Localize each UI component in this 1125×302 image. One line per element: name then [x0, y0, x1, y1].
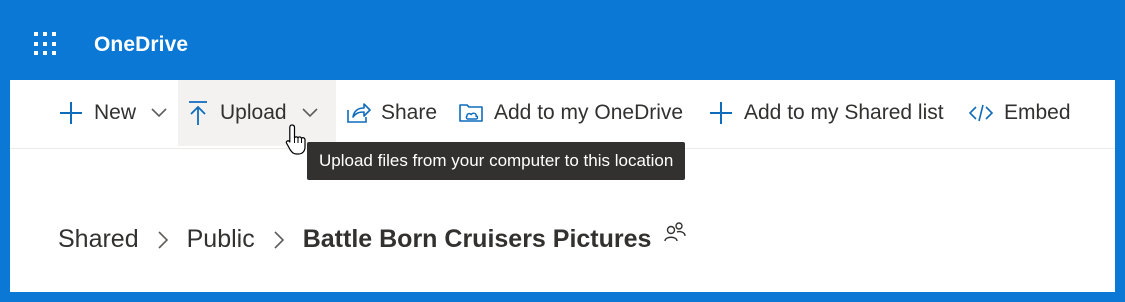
upload-button[interactable]: Upload: [178, 80, 336, 146]
main-panel: New Upload Share Add to my OneDrive Add …: [10, 80, 1115, 292]
chevron-right-icon: [157, 230, 169, 250]
breadcrumb-item-shared[interactable]: Shared: [58, 225, 139, 254]
plus-icon: [708, 100, 734, 126]
add-to-my-onedrive-label: Add to my OneDrive: [494, 101, 684, 124]
add-to-shared-list-button[interactable]: Add to my Shared list: [700, 80, 952, 146]
new-button[interactable]: New: [50, 80, 176, 146]
upload-label: Upload: [220, 101, 287, 124]
chevron-down-icon: [301, 107, 319, 119]
add-to-my-onedrive-button[interactable]: Add to my OneDrive: [450, 80, 691, 146]
code-icon: [968, 102, 994, 124]
chevron-down-icon: [150, 107, 168, 119]
command-bar: New Upload Share Add to my OneDrive Add …: [10, 80, 1115, 149]
breadcrumb: Shared Public Battle Born Cruisers Pictu…: [58, 222, 687, 254]
embed-label: Embed: [1004, 101, 1071, 124]
embed-button[interactable]: Embed: [960, 80, 1079, 146]
breadcrumb-item-public[interactable]: Public: [187, 225, 255, 254]
share-label: Share: [381, 101, 438, 124]
share-icon: [345, 101, 371, 125]
share-button[interactable]: Share: [337, 80, 445, 146]
upload-arrow-icon: [186, 99, 210, 127]
add-to-onedrive-icon: [458, 101, 484, 125]
breadcrumb-current: Battle Born Cruisers Pictures: [302, 225, 652, 253]
upload-tooltip: Upload files from your computer to this …: [307, 142, 686, 180]
add-to-shared-list-label: Add to my Shared list: [744, 101, 944, 124]
hand-pointer-icon: [285, 123, 311, 162]
chevron-right-icon: [273, 230, 285, 250]
plus-icon: [58, 100, 84, 126]
suite-header: OneDrive: [0, 0, 1125, 80]
new-label: New: [94, 101, 137, 124]
people-icon: [663, 220, 687, 251]
app-title[interactable]: OneDrive: [94, 33, 188, 57]
waffle-icon[interactable]: [34, 32, 58, 56]
